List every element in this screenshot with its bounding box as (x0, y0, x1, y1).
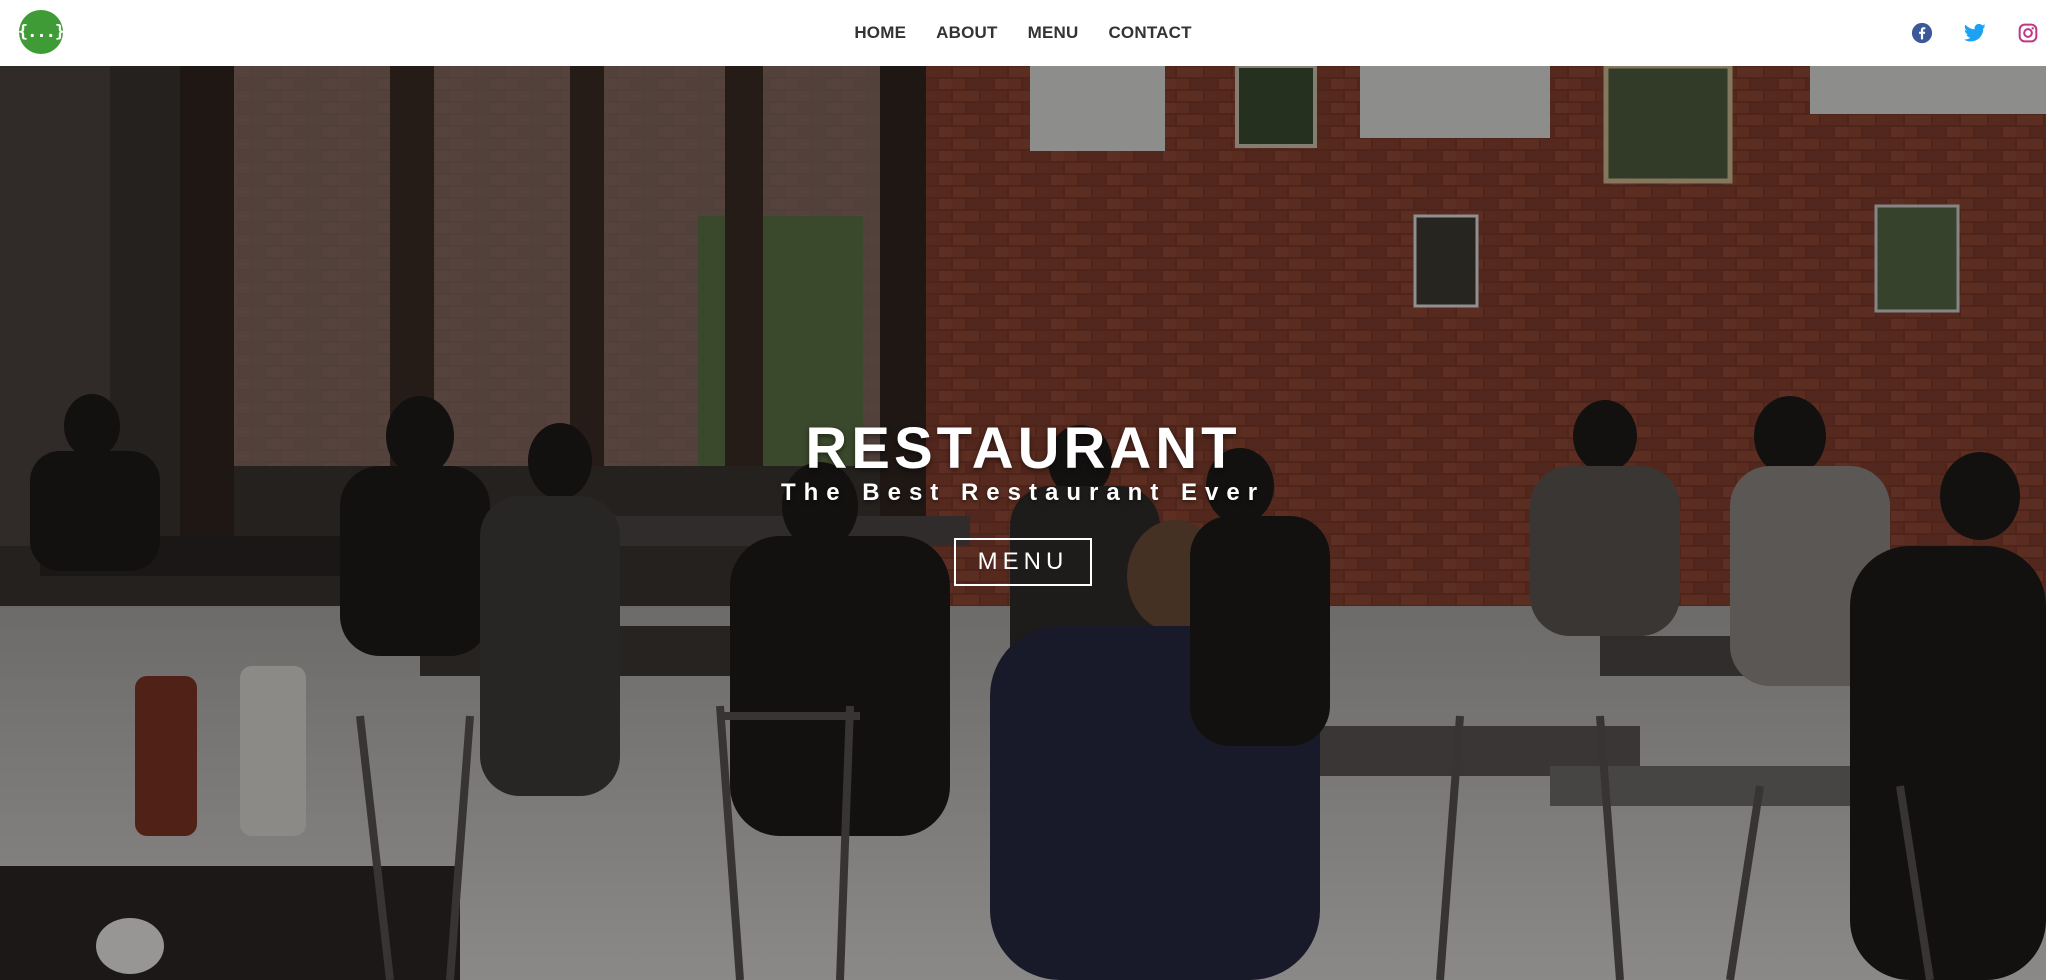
hero-dark-overlay (0, 66, 2046, 980)
hero-section: RESTAURANT The Best Restaurant Ever MENU (0, 66, 2046, 980)
main-nav: HOME ABOUT MENU CONTACT (0, 0, 2046, 66)
nav-home-link[interactable]: HOME (839, 23, 921, 43)
nav-about-link[interactable]: ABOUT (921, 23, 1012, 43)
facebook-icon[interactable] (1910, 21, 1934, 45)
site-header: {...} HOME ABOUT MENU CONTACT (0, 0, 2046, 66)
menu-button[interactable]: MENU (954, 538, 1092, 586)
nav-contact-link[interactable]: CONTACT (1093, 23, 1206, 43)
instagram-icon[interactable] (2016, 21, 2040, 45)
social-links (1881, 0, 2046, 66)
nav-menu-link[interactable]: MENU (1013, 23, 1094, 43)
hero-subtitle: The Best Restaurant Ever (780, 479, 1266, 506)
twitter-icon[interactable] (1963, 21, 1987, 45)
hero-title: RESTAURANT (805, 416, 1241, 481)
